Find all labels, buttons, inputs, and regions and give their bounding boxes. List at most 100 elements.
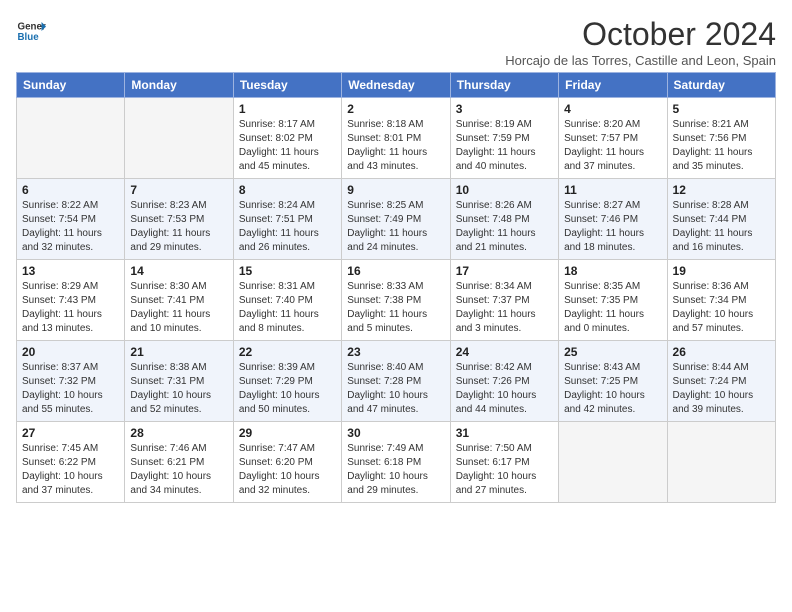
calendar-cell: 3 Sunrise: 8:19 AM Sunset: 7:59 PM Daylig… [450,98,558,179]
calendar-cell: 27 Sunrise: 7:45 AM Sunset: 6:22 PM Dayli… [17,422,125,503]
day-number: 5 [673,102,770,116]
day-info: Sunrise: 8:18 AM Sunset: 8:01 PM Dayligh… [347,118,444,174]
calendar-cell: 15Sunrise: 8:31 AM Sunset: 7:40 PM Dayli… [233,260,341,341]
day-info: Sunrise: 8:17 AM Sunset: 8:02 PM Dayligh… [239,118,336,174]
calendar-week-row: 1Sunrise: 8:17 AM Sunset: 8:02 PM Daylig… [17,98,776,179]
calendar-header-saturday: Saturday [667,73,775,98]
calendar-cell: 29 Sunrise: 7:47 AM Sunset: 6:20 PM Dayli… [233,422,341,503]
day-info: Sunrise: 8:38 AM Sunset: 7:31 PM Dayligh… [130,361,227,417]
day-number: 26 [673,345,770,359]
day-number: 24 [456,345,553,359]
day-number: 22 [239,345,336,359]
calendar-cell: 14 Sunrise: 8:30 AM Sunset: 7:41 PM Dayli… [125,260,233,341]
day-info: Sunrise: 8:20 AM Sunset: 7:57 PM Dayligh… [564,118,661,174]
calendar-cell: 5 Sunrise: 8:21 AM Sunset: 7:56 PM Daylig… [667,98,775,179]
day-info: Sunrise: 8:40 AM Sunset: 7:28 PM Dayligh… [347,361,444,417]
calendar-cell: 11Sunrise: 8:27 AM Sunset: 7:46 PM Dayli… [559,179,667,260]
day-info: Sunrise: 7:49 AM Sunset: 6:18 PM Dayligh… [347,442,444,498]
day-info: Sunrise: 8:24 AM Sunset: 7:51 PM Dayligh… [239,199,336,255]
calendar-week-row: 13 Sunrise: 8:29 AM Sunset: 7:43 PM Dayli… [17,260,776,341]
calendar-cell: 12 Sunrise: 8:28 AM Sunset: 7:44 PM Dayli… [667,179,775,260]
calendar-cell: 8Sunrise: 8:24 AM Sunset: 7:51 PM Daylig… [233,179,341,260]
day-number: 23 [347,345,444,359]
calendar-header-monday: Monday [125,73,233,98]
day-info: Sunrise: 8:26 AM Sunset: 7:48 PM Dayligh… [456,199,553,255]
month-title: October 2024 [505,16,776,53]
day-number: 30 [347,426,444,440]
calendar-cell: 2Sunrise: 8:18 AM Sunset: 8:01 PM Daylig… [342,98,450,179]
day-info: Sunrise: 7:47 AM Sunset: 6:20 PM Dayligh… [239,442,336,498]
page-header: General Blue October 2024 Horcajo de las… [16,16,776,68]
location-subtitle: Horcajo de las Torres, Castille and Leon… [505,53,776,68]
day-number: 25 [564,345,661,359]
calendar-cell: 13 Sunrise: 8:29 AM Sunset: 7:43 PM Dayli… [17,260,125,341]
day-info: Sunrise: 7:45 AM Sunset: 6:22 PM Dayligh… [22,442,119,498]
calendar-cell: 24 Sunrise: 8:42 AM Sunset: 7:26 PM Dayli… [450,341,558,422]
calendar-cell [125,98,233,179]
calendar-header-row: SundayMondayTuesdayWednesdayThursdayFrid… [17,73,776,98]
day-info: Sunrise: 8:43 AM Sunset: 7:25 PM Dayligh… [564,361,661,417]
calendar-cell: 20 Sunrise: 8:37 AM Sunset: 7:32 PM Dayli… [17,341,125,422]
day-info: Sunrise: 8:19 AM Sunset: 7:59 PM Dayligh… [456,118,553,174]
calendar-cell: 9 Sunrise: 8:25 AM Sunset: 7:49 PM Daylig… [342,179,450,260]
calendar-header-thursday: Thursday [450,73,558,98]
day-info: Sunrise: 8:21 AM Sunset: 7:56 PM Dayligh… [673,118,770,174]
day-info: Sunrise: 8:39 AM Sunset: 7:29 PM Dayligh… [239,361,336,417]
calendar-cell: 25 Sunrise: 8:43 AM Sunset: 7:25 PM Dayli… [559,341,667,422]
day-number: 27 [22,426,119,440]
logo-icon: General Blue [16,16,46,46]
day-number: 13 [22,264,119,278]
day-number: 9 [347,183,444,197]
calendar-cell: 21Sunrise: 8:38 AM Sunset: 7:31 PM Dayli… [125,341,233,422]
calendar-cell: 17Sunrise: 8:34 AM Sunset: 7:37 PM Dayli… [450,260,558,341]
calendar-cell: 31 Sunrise: 7:50 AM Sunset: 6:17 PM Dayli… [450,422,558,503]
calendar-header-friday: Friday [559,73,667,98]
calendar-cell [559,422,667,503]
day-number: 19 [673,264,770,278]
calendar-header-wednesday: Wednesday [342,73,450,98]
day-info: Sunrise: 8:23 AM Sunset: 7:53 PM Dayligh… [130,199,227,255]
day-number: 29 [239,426,336,440]
day-info: Sunrise: 8:34 AM Sunset: 7:37 PM Dayligh… [456,280,553,336]
day-number: 15 [239,264,336,278]
calendar-cell [17,98,125,179]
calendar-cell: 4 Sunrise: 8:20 AM Sunset: 7:57 PM Daylig… [559,98,667,179]
day-info: Sunrise: 8:37 AM Sunset: 7:32 PM Dayligh… [22,361,119,417]
day-info: Sunrise: 8:29 AM Sunset: 7:43 PM Dayligh… [22,280,119,336]
day-info: Sunrise: 8:42 AM Sunset: 7:26 PM Dayligh… [456,361,553,417]
calendar-cell: 22 Sunrise: 8:39 AM Sunset: 7:29 PM Dayli… [233,341,341,422]
day-number: 3 [456,102,553,116]
day-info: Sunrise: 8:28 AM Sunset: 7:44 PM Dayligh… [673,199,770,255]
calendar-header-tuesday: Tuesday [233,73,341,98]
calendar-cell: 30 Sunrise: 7:49 AM Sunset: 6:18 PM Dayli… [342,422,450,503]
calendar-cell: 7 Sunrise: 8:23 AM Sunset: 7:53 PM Daylig… [125,179,233,260]
title-block: October 2024 Horcajo de las Torres, Cast… [505,16,776,68]
day-number: 4 [564,102,661,116]
calendar-cell: 19 Sunrise: 8:36 AM Sunset: 7:34 PM Dayli… [667,260,775,341]
calendar-cell: 23 Sunrise: 8:40 AM Sunset: 7:28 PM Dayli… [342,341,450,422]
day-number: 16 [347,264,444,278]
calendar-week-row: 27 Sunrise: 7:45 AM Sunset: 6:22 PM Dayli… [17,422,776,503]
day-number: 31 [456,426,553,440]
calendar-week-row: 6Sunrise: 8:22 AM Sunset: 7:54 PM Daylig… [17,179,776,260]
calendar-cell: 10Sunrise: 8:26 AM Sunset: 7:48 PM Dayli… [450,179,558,260]
day-number: 14 [130,264,227,278]
day-info: Sunrise: 8:27 AM Sunset: 7:46 PM Dayligh… [564,199,661,255]
day-info: Sunrise: 8:35 AM Sunset: 7:35 PM Dayligh… [564,280,661,336]
logo: General Blue [16,16,46,46]
day-info: Sunrise: 7:50 AM Sunset: 6:17 PM Dayligh… [456,442,553,498]
calendar-cell: 6Sunrise: 8:22 AM Sunset: 7:54 PM Daylig… [17,179,125,260]
day-info: Sunrise: 8:36 AM Sunset: 7:34 PM Dayligh… [673,280,770,336]
day-info: Sunrise: 8:30 AM Sunset: 7:41 PM Dayligh… [130,280,227,336]
day-info: Sunrise: 8:44 AM Sunset: 7:24 PM Dayligh… [673,361,770,417]
calendar-week-row: 20 Sunrise: 8:37 AM Sunset: 7:32 PM Dayli… [17,341,776,422]
day-info: Sunrise: 8:22 AM Sunset: 7:54 PM Dayligh… [22,199,119,255]
day-number: 12 [673,183,770,197]
day-info: Sunrise: 7:46 AM Sunset: 6:21 PM Dayligh… [130,442,227,498]
calendar-cell: 18 Sunrise: 8:35 AM Sunset: 7:35 PM Dayli… [559,260,667,341]
day-info: Sunrise: 8:25 AM Sunset: 7:49 PM Dayligh… [347,199,444,255]
day-number: 18 [564,264,661,278]
day-number: 20 [22,345,119,359]
day-number: 7 [130,183,227,197]
day-info: Sunrise: 8:33 AM Sunset: 7:38 PM Dayligh… [347,280,444,336]
